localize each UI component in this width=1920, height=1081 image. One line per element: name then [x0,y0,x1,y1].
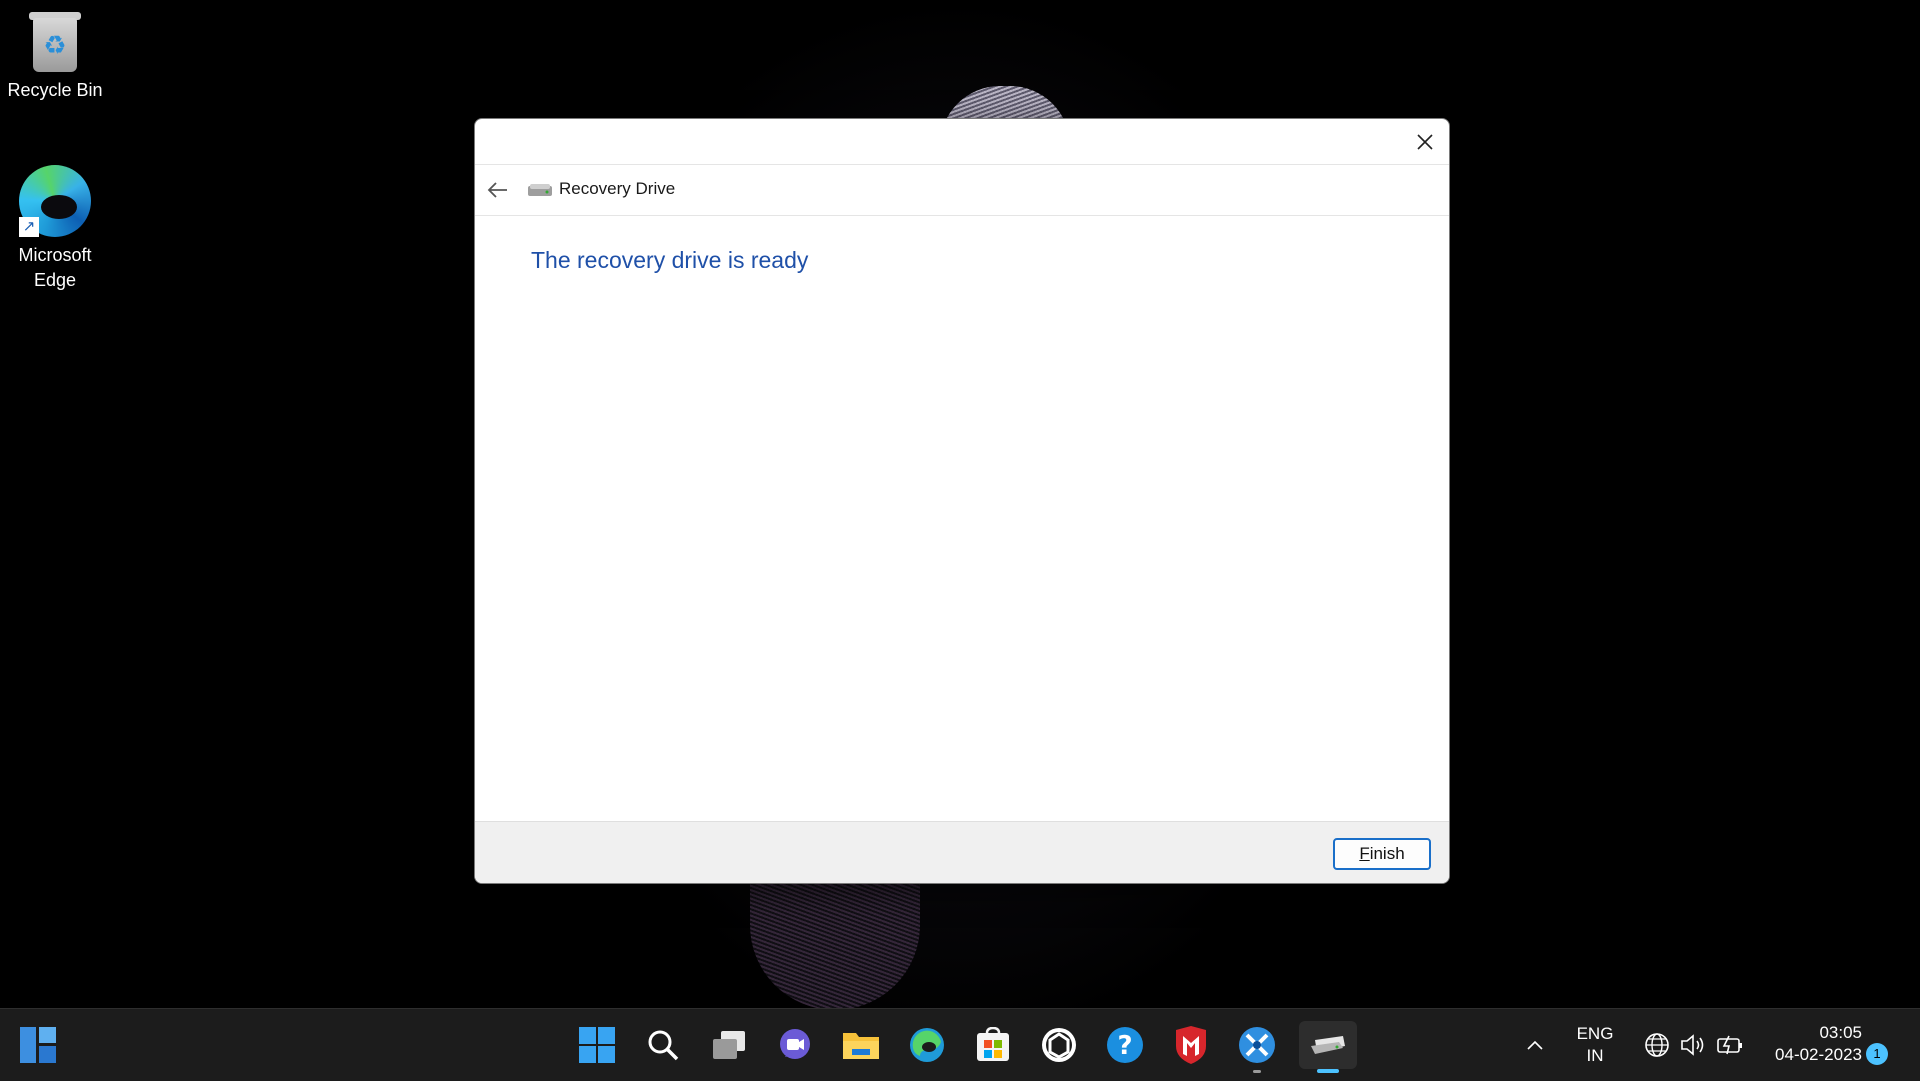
edge-icon [910,1028,944,1062]
network-globe-icon [1645,1033,1669,1057]
region-code: IN [1586,1046,1604,1065]
clock-date: 04-02-2023 [1775,1045,1862,1064]
clock[interactable]: 03:05 04-02-2023 [1752,1022,1862,1066]
active-indicator [1317,1069,1339,1073]
get-help-button[interactable]: ? [1101,1021,1149,1069]
battery-charging-icon [1717,1035,1742,1055]
widgets-icon[interactable] [20,1027,56,1063]
close-button[interactable] [1401,119,1449,164]
desktop-icon-label: Recycle Bin [7,80,103,100]
mcafee-button[interactable] [1167,1021,1215,1069]
edge-icon: ↗ [19,165,91,237]
desktop: ♻ Recycle Bin ↗ Microsoft Edge Recovery … [0,0,1920,1008]
dialog-navbar: Recovery Drive [475,164,1449,216]
task-view-icon [713,1031,745,1059]
store-icon [977,1027,1009,1061]
chevron-up-icon [1527,1040,1543,1050]
chat-button[interactable] [771,1021,819,1069]
get-help-icon: ? [1107,1027,1143,1063]
dialog-footer: Finish [475,821,1449,883]
svg-text:?: ? [1117,1031,1132,1061]
app-icon [1042,1028,1076,1062]
recovery-drive-dialog: Recovery Drive The recovery drive is rea… [474,118,1450,884]
task-view-button[interactable] [705,1021,753,1069]
snipping-tool-icon [1239,1027,1275,1063]
recovery-drive-taskbar-button[interactable] [1299,1021,1357,1073]
status-heading: The recovery drive is ready [531,247,809,273]
back-button[interactable] [483,175,513,205]
close-icon [1417,133,1433,150]
start-button[interactable] [573,1021,621,1069]
shortcut-arrow-icon: ↗ [19,217,39,237]
recycle-bin-icon: ♻ [29,10,81,72]
running-indicator [1253,1070,1261,1073]
show-hidden-icons-button[interactable] [1520,1021,1550,1069]
taskbar: ? ENG IN 03:05 04-02-2023 1 [0,1008,1920,1081]
chat-icon [780,1029,810,1059]
edge-button[interactable] [903,1021,951,1069]
app-button[interactable] [1035,1021,1083,1069]
desktop-icon-recycle-bin[interactable]: ♻ Recycle Bin [0,10,110,103]
language-code: ENG [1576,1024,1614,1043]
volume-icon [1681,1034,1704,1056]
desktop-icon-edge[interactable]: ↗ Microsoft Edge [0,165,110,293]
file-explorer-icon [843,1033,879,1059]
finish-button[interactable]: Finish [1333,838,1431,870]
dialog-titlebar [475,119,1449,164]
notification-badge[interactable]: 1 [1866,1043,1888,1065]
quick-settings-button[interactable] [1634,1021,1754,1069]
file-explorer-button[interactable] [837,1021,885,1069]
start-icon [579,1027,615,1063]
clock-time: 03:05 [1819,1023,1862,1042]
drive-icon [528,184,552,196]
wallpaper-bloom [750,870,920,1008]
desktop-icon-label: Microsoft Edge [18,245,92,290]
finish-label: inish [1369,844,1405,863]
back-arrow-icon [487,182,507,198]
snipping-tool-button[interactable] [1233,1021,1281,1073]
language-indicator[interactable]: ENG IN [1568,1023,1622,1067]
finish-access-key: F [1359,844,1370,863]
search-icon [648,1030,679,1061]
mcafee-icon [1176,1026,1206,1064]
dialog-title: Recovery Drive [559,179,676,198]
search-button[interactable] [639,1021,687,1069]
recovery-drive-icon [1311,1036,1345,1054]
store-button[interactable] [969,1021,1017,1069]
